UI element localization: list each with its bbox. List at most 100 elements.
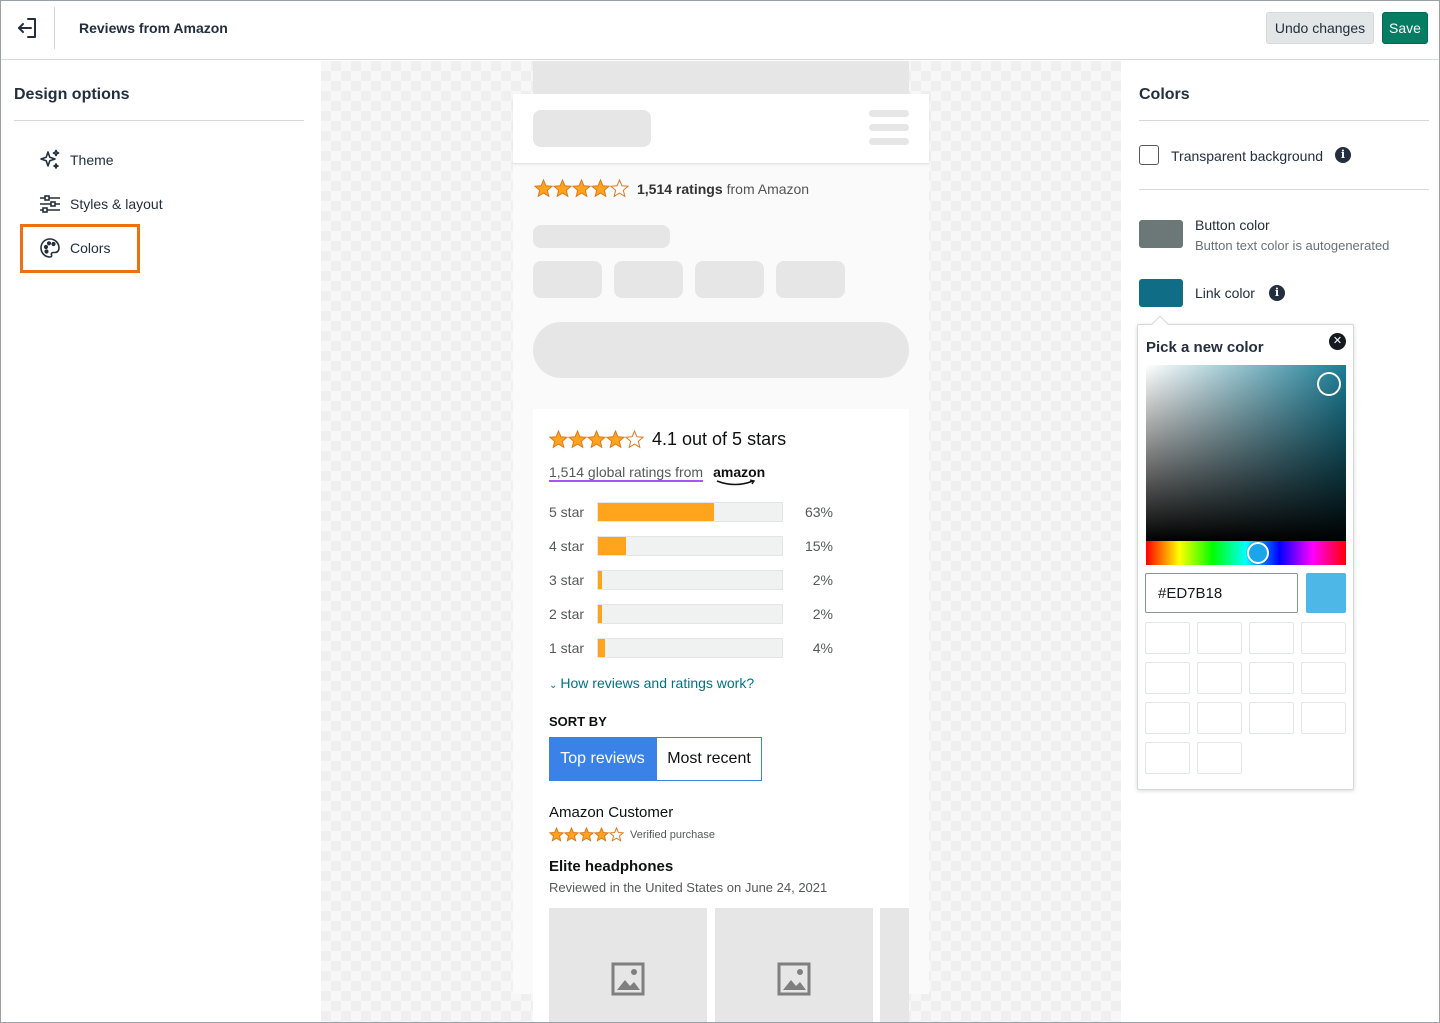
placeholder-block: [533, 61, 909, 94]
info-icon[interactable]: i: [1335, 147, 1351, 163]
divider: [14, 120, 304, 121]
sliders-icon: [37, 191, 63, 217]
nav-item-label: Theme: [70, 152, 114, 168]
global-ratings-link[interactable]: 1,514 global ratings from: [549, 464, 704, 482]
star-filled-icon: [571, 179, 592, 198]
review-rating: Verified purchase: [549, 827, 715, 842]
review-title: Elite headphones: [549, 858, 674, 875]
star-rating-icon: [549, 430, 644, 449]
star-filled-icon: [593, 827, 610, 842]
image-icon: [777, 962, 811, 995]
rating-count: 1,514 ratings: [637, 180, 723, 197]
preset-swatch[interactable]: [1145, 702, 1190, 734]
exit-icon[interactable]: [15, 15, 41, 41]
close-icon[interactable]: ✕: [1329, 333, 1346, 350]
review-date: Reviewed in the United States on June 24…: [549, 880, 828, 895]
divider: [1139, 120, 1429, 121]
design-options-panel: Design options Theme Styles & layout Col…: [1, 61, 321, 1022]
histogram-fill: [598, 639, 606, 657]
histogram-percent: 2%: [812, 606, 833, 622]
preset-swatch[interactable]: [1249, 662, 1294, 694]
placeholder-block: [533, 261, 602, 298]
saturation-area[interactable]: [1146, 365, 1346, 541]
info-icon[interactable]: i: [1269, 285, 1285, 301]
histogram-row[interactable]: 1 star 4%: [549, 637, 833, 659]
hex-color-input[interactable]: [1145, 573, 1298, 613]
histogram-fill: [598, 605, 602, 623]
button-color-swatch[interactable]: [1139, 220, 1183, 248]
divider: [1139, 189, 1429, 190]
review-image[interactable]: [880, 908, 909, 1022]
review-image[interactable]: [549, 908, 707, 1022]
link-color-swatch[interactable]: [1139, 279, 1183, 307]
preset-swatch[interactable]: [1301, 662, 1346, 694]
star-filled-icon: [534, 179, 554, 198]
histogram-row[interactable]: 3 star 2%: [549, 569, 833, 591]
star-empty-icon: [624, 430, 644, 449]
star-filled-icon: [605, 430, 626, 449]
star-filled-icon: [567, 430, 588, 449]
histogram-percent: 2%: [812, 572, 833, 588]
star-empty-icon: [608, 827, 624, 842]
placeholder-block: [776, 261, 845, 298]
preset-swatch[interactable]: [1301, 702, 1346, 734]
review-author: Amazon Customer: [549, 804, 674, 821]
sort-top-reviews-button[interactable]: Top reviews: [549, 737, 656, 781]
histogram-row[interactable]: 5 star 63%: [549, 501, 833, 523]
hue-handle[interactable]: [1247, 542, 1269, 564]
saturation-handle[interactable]: [1317, 372, 1341, 396]
histogram-percent: 63%: [804, 504, 833, 520]
preset-swatch[interactable]: [1249, 622, 1294, 654]
menu-line: [869, 138, 909, 145]
color-picker-title: Pick a new color: [1146, 339, 1264, 356]
preset-swatch[interactable]: [1145, 742, 1190, 774]
how-reviews-work-link[interactable]: ⌄ How reviews and ratings work?: [549, 675, 754, 691]
color-picker-popover: Pick a new color ✕: [1137, 315, 1354, 790]
preset-swatch[interactable]: [1197, 702, 1242, 734]
image-icon: [611, 962, 645, 995]
selected-highlight: [20, 224, 140, 273]
amazon-smile-icon: [716, 479, 756, 486]
reviews-widget: 4.1 out of 5 stars 1,514 global ratings …: [533, 409, 909, 1022]
star-filled-icon: [590, 179, 611, 198]
star-rating-icon: [534, 179, 629, 198]
star-rating-icon: [549, 827, 624, 842]
logo-placeholder: [533, 110, 651, 147]
placeholder-block: [695, 261, 764, 298]
preset-swatch[interactable]: [1197, 662, 1242, 694]
histogram-percent: 15%: [804, 538, 833, 554]
sort-most-recent-button[interactable]: Most recent: [656, 737, 762, 781]
preset-swatch-grid: [1145, 622, 1346, 774]
histogram-row[interactable]: 4 star 15%: [549, 535, 833, 557]
preset-swatch[interactable]: [1301, 622, 1346, 654]
histogram-label: 3 star: [549, 572, 585, 588]
star-filled-icon: [549, 827, 565, 842]
histogram-fill: [598, 537, 626, 555]
star-empty-icon: [609, 179, 629, 198]
transparent-background-label: Transparent background: [1171, 148, 1324, 164]
mini-rating: 1,514 ratings from Amazon: [534, 179, 809, 198]
preset-swatch[interactable]: [1249, 702, 1294, 734]
colors-panel: Colors Transparent background i Button c…: [1121, 61, 1439, 1022]
histogram-label: 4 star: [549, 538, 585, 554]
nav-item-theme[interactable]: Theme: [37, 146, 114, 174]
histogram-label: 5 star: [549, 504, 585, 520]
hue-slider[interactable]: [1146, 541, 1346, 565]
review-image[interactable]: [715, 908, 873, 1022]
star-filled-icon: [578, 827, 595, 842]
transparent-background-checkbox[interactable]: [1139, 145, 1159, 165]
histogram-row[interactable]: 2 star 2%: [549, 603, 833, 625]
histogram-bar: [597, 502, 783, 522]
app-window: Reviews from Amazon Undo changes Save De…: [0, 0, 1440, 1023]
histogram-label: 1 star: [549, 640, 585, 656]
preset-swatch[interactable]: [1145, 662, 1190, 694]
preset-swatch[interactable]: [1197, 742, 1242, 774]
preset-swatch[interactable]: [1197, 622, 1242, 654]
undo-changes-button[interactable]: Undo changes: [1266, 12, 1374, 44]
nav-item-styles-layout[interactable]: Styles & layout: [37, 190, 163, 218]
link-color-label: Link color: [1195, 285, 1255, 301]
preset-swatch[interactable]: [1145, 622, 1190, 654]
popover-arrow: [1151, 315, 1169, 333]
save-button[interactable]: Save: [1382, 12, 1428, 44]
histogram-fill: [598, 571, 602, 589]
